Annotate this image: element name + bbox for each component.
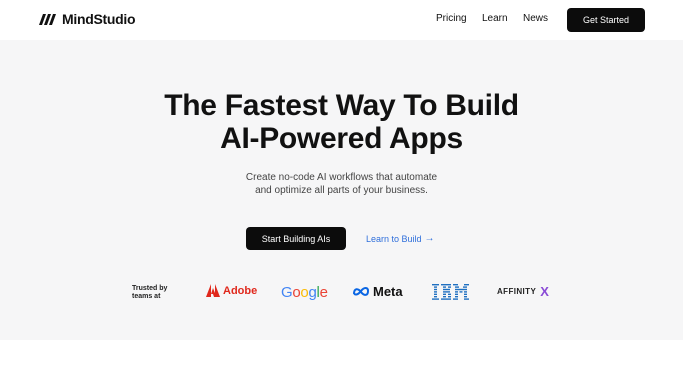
meta-wordmark: Meta	[373, 284, 403, 299]
subtext-line-1: Create no-code AI workflows that automat…	[245, 172, 438, 183]
affinity-x-mark: X	[540, 284, 549, 299]
top-navigation: MindStudio Pricing Learn News Get Starte…	[0, 0, 683, 40]
mindstudio-logo[interactable]: MindStudio	[38, 11, 136, 27]
adobe-logo: Adobe	[206, 284, 257, 297]
hero-headline: The Fastest Way To Build AI-Powered Apps	[0, 89, 683, 155]
learn-to-build-label: Learn to Build	[366, 233, 422, 244]
trusted-by-label: Trusted by teams at	[132, 285, 182, 301]
start-building-button[interactable]: Start Building AIs	[246, 227, 346, 250]
hero-section: The Fastest Way To Build AI-Powered Apps…	[0, 40, 683, 340]
nav-link-pricing[interactable]: Pricing	[436, 13, 467, 24]
brand-name: MindStudio	[62, 11, 136, 27]
google-logo: Google	[281, 284, 328, 301]
subtext-line-2: and optimize all parts of your business.	[255, 185, 428, 196]
trusted-line-2: teams at	[132, 293, 161, 300]
ibm-logo	[432, 284, 470, 300]
ibm-wordmark-icon	[432, 284, 469, 300]
learn-to-build-link[interactable]: Learn to Build →	[366, 233, 435, 244]
mindstudio-logo-icon	[39, 14, 56, 25]
affinity-wordmark: AFFINITY	[497, 287, 537, 296]
headline-line-2: AI-Powered Apps	[220, 122, 463, 155]
nav-link-news[interactable]: News	[523, 13, 548, 24]
meta-logo: Meta	[352, 284, 403, 299]
headline-line-1: The Fastest Way To Build	[164, 89, 519, 122]
nav-link-learn[interactable]: Learn	[482, 13, 508, 24]
meta-infinity-icon	[353, 287, 370, 296]
trusted-line-1: Trusted by	[132, 285, 168, 292]
get-started-button[interactable]: Get Started	[567, 8, 645, 32]
hero-subtext: Create no-code AI workflows that automat…	[0, 171, 683, 197]
arrow-right-icon: →	[424, 233, 435, 244]
adobe-wordmark: Adobe	[223, 284, 258, 297]
adobe-icon	[206, 284, 220, 297]
affinity-logo: AFFINITY X	[497, 284, 549, 299]
google-wordmark: Google	[281, 284, 328, 301]
